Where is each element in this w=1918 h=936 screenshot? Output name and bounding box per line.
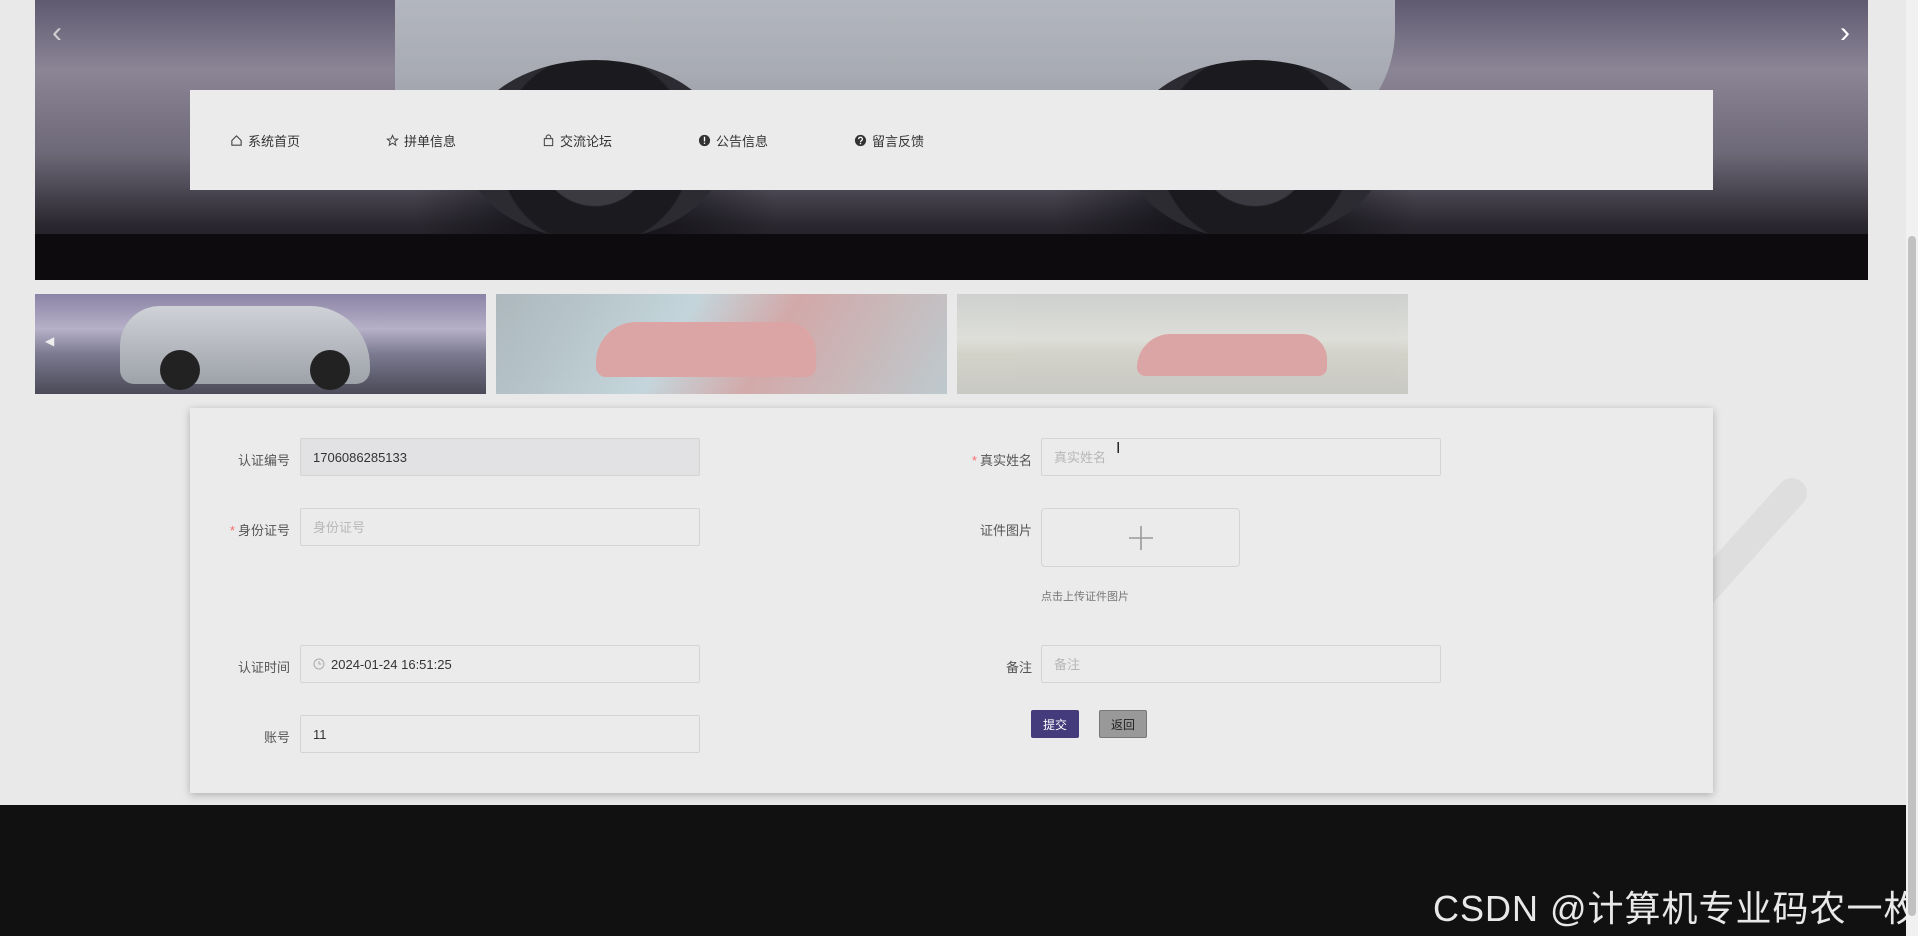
plus-icon — [1128, 525, 1153, 550]
carousel-thumbnail[interactable] — [957, 294, 1408, 394]
cert-time-picker[interactable]: 2024-01-24 16:51:25 — [300, 645, 700, 683]
nav-item-home[interactable]: 系统首页 — [230, 131, 300, 150]
clock-icon — [313, 658, 325, 670]
carousel-thumbnail[interactable] — [496, 294, 947, 394]
nav-item-forum[interactable]: 交流论坛 — [542, 131, 612, 150]
carousel-thumbnail[interactable]: ◀ — [35, 294, 486, 394]
cert-image-upload[interactable] — [1041, 508, 1240, 567]
scrollbar-thumb[interactable] — [1908, 236, 1916, 916]
nav-item-label: 拼单信息 — [404, 134, 457, 149]
id-no-input[interactable] — [300, 508, 700, 546]
thumb-wheel — [310, 350, 350, 390]
cert-no-label: 认证编号 — [237, 453, 290, 468]
info-circle-icon — [698, 134, 711, 147]
back-button[interactable]: 返回 — [1099, 710, 1147, 738]
nav-item-label: 交流论坛 — [560, 134, 613, 149]
nav-item-group-order[interactable]: 拼单信息 — [386, 131, 456, 150]
upload-tip: 点击上传证件图片 — [1041, 591, 1129, 603]
nav-item-feedback[interactable]: 留言反馈 — [854, 131, 924, 150]
carousel-prev-button[interactable]: ‹ — [44, 18, 70, 48]
cert-time-value: 2024-01-24 16:51:25 — [331, 656, 452, 672]
thumb-car-image — [1137, 334, 1327, 376]
nav-item-label: 公告信息 — [716, 134, 769, 149]
question-circle-icon — [854, 134, 867, 147]
cert-no-input[interactable] — [300, 438, 700, 476]
nav-item-label: 留言反馈 — [872, 134, 925, 149]
star-icon — [386, 134, 399, 147]
text-cursor-icon: I — [1116, 440, 1121, 457]
real-name-label: * 真实姓名 — [971, 453, 1032, 468]
account-label: 账号 — [263, 730, 290, 745]
real-name-input[interactable] — [1041, 438, 1441, 476]
cert-image-label: 证件图片 — [979, 523, 1032, 538]
bag-icon — [543, 134, 554, 147]
remark-label: 备注 — [1005, 660, 1032, 675]
nav-item-notice[interactable]: 公告信息 — [698, 131, 768, 150]
top-navigation: 系统首页 拼单信息 交流论坛 公告信息 留言反馈 — [190, 90, 1713, 190]
submit-button[interactable]: 提交 — [1031, 710, 1079, 738]
thumb-arrow-icon: ◀ — [45, 334, 55, 348]
carousel-next-button[interactable]: › — [1832, 18, 1858, 48]
watermark-text: CSDN @计算机专业码农一枚 — [1433, 888, 1918, 929]
hero-ground — [35, 234, 1868, 280]
home-icon — [231, 135, 242, 146]
id-no-label: * 身份证号 — [229, 523, 290, 538]
account-input[interactable] — [300, 715, 700, 753]
thumb-car-image — [596, 322, 816, 377]
nav-item-label: 系统首页 — [248, 134, 301, 149]
remark-input[interactable] — [1041, 645, 1441, 683]
thumb-wheel — [160, 350, 200, 390]
cert-time-label: 认证时间 — [237, 660, 290, 675]
